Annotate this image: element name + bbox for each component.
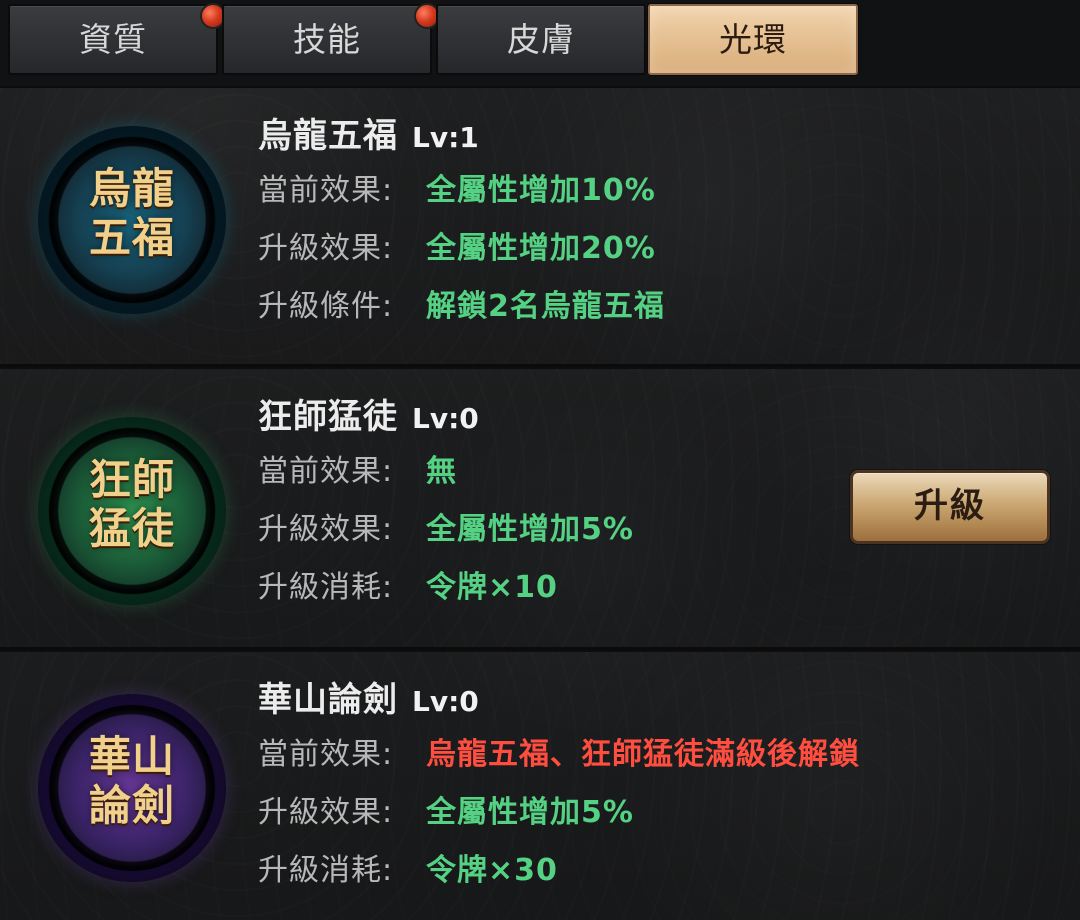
- stat-label: 當前效果:: [258, 454, 394, 489]
- stat-label: 當前效果:: [258, 737, 394, 772]
- stat-value: 解鎖2名烏龍五福: [426, 289, 665, 324]
- badge-text: 華山 論劍: [88, 732, 175, 830]
- aura-badge-icon: 烏龍 五福: [38, 126, 226, 314]
- tab-label: 皮膚: [507, 20, 575, 59]
- tab-qualifications[interactable]: 資質: [8, 3, 226, 75]
- aura-name: 烏龍五福: [258, 116, 398, 156]
- aura-row-1: 烏龍 五福 烏龍五福 Lv:1 當前效果: 全屬性增加10% 升級效果: 全屬性…: [0, 86, 1080, 367]
- stat-value: 令牌×30: [426, 853, 558, 888]
- stat-value: 全屬性增加20%: [426, 231, 656, 266]
- aura-level: Lv:0: [412, 402, 479, 435]
- aura-title-line: 華山論劍 Lv:0: [258, 672, 978, 721]
- stat-label: 當前效果:: [258, 173, 394, 208]
- tab-label: 光環: [719, 20, 787, 59]
- stat-upgrade-cost: 升級消耗: 令牌×30: [258, 845, 978, 903]
- stat-upgrade-cost: 升級消耗: 令牌×10: [258, 562, 978, 620]
- screen: 資質 技能 皮膚 光環 烏龍 五福 烏龍五福 Lv:1 當前效果: 全屬性增加1…: [0, 0, 1080, 920]
- stat-label: 升級消耗:: [258, 570, 394, 605]
- aura-info: 烏龍五福 Lv:1 當前效果: 全屬性增加10% 升級效果: 全屬性增加20% …: [258, 108, 978, 339]
- stat-value: 無: [426, 454, 457, 489]
- tab-aura[interactable]: 光環: [648, 4, 858, 75]
- stat-current-effect: 當前效果: 烏龍五福、狂師猛徒滿級後解鎖: [258, 729, 978, 787]
- tab-bar: 資質 技能 皮膚 光環: [0, 0, 1080, 86]
- tab-skins[interactable]: 皮膚: [436, 4, 646, 75]
- stat-upgrade-effect: 升級效果: 全屬性增加5%: [258, 787, 978, 845]
- badge-text: 狂師 猛徒: [88, 455, 175, 553]
- aura-name: 狂師猛徒: [258, 397, 398, 437]
- stat-label: 升級效果:: [258, 231, 394, 266]
- stat-label: 升級條件:: [258, 289, 394, 324]
- aura-title-line: 狂師猛徒 Lv:0: [258, 389, 978, 438]
- stat-value: 全屬性增加5%: [426, 512, 634, 547]
- stat-upgrade-condition: 升級條件: 解鎖2名烏龍五福: [258, 281, 978, 339]
- tab-skills[interactable]: 技能: [222, 3, 440, 75]
- aura-level: Lv:1: [412, 121, 479, 154]
- aura-badge-icon: 狂師 猛徒: [38, 417, 226, 605]
- stat-label: 升級效果:: [258, 795, 394, 830]
- aura-name: 華山論劍: [258, 680, 398, 720]
- stat-upgrade-effect: 升級效果: 全屬性增加20%: [258, 223, 978, 281]
- aura-row-3: 華山 論劍 華山論劍 Lv:0 當前效果: 烏龍五福、狂師猛徒滿級後解鎖 升級效…: [0, 650, 1080, 920]
- badge-text: 烏龍 五福: [88, 164, 175, 262]
- tab-label: 資質: [79, 20, 147, 59]
- aura-info: 華山論劍 Lv:0 當前效果: 烏龍五福、狂師猛徒滿級後解鎖 升級效果: 全屬性…: [258, 672, 978, 903]
- stat-value: 全屬性增加10%: [426, 173, 656, 208]
- stat-label: 升級效果:: [258, 512, 394, 547]
- stat-label: 升級消耗:: [258, 853, 394, 888]
- aura-title-line: 烏龍五福 Lv:1: [258, 108, 978, 157]
- stat-value: 全屬性增加5%: [426, 795, 634, 830]
- stat-value: 烏龍五福、狂師猛徒滿級後解鎖: [426, 737, 860, 772]
- tab-label: 技能: [293, 20, 361, 59]
- upgrade-button[interactable]: 升級: [850, 470, 1050, 544]
- stat-value: 令牌×10: [426, 570, 558, 605]
- aura-badge-icon: 華山 論劍: [38, 694, 226, 882]
- aura-level: Lv:0: [412, 685, 479, 718]
- stat-current-effect: 當前效果: 全屬性增加10%: [258, 165, 978, 223]
